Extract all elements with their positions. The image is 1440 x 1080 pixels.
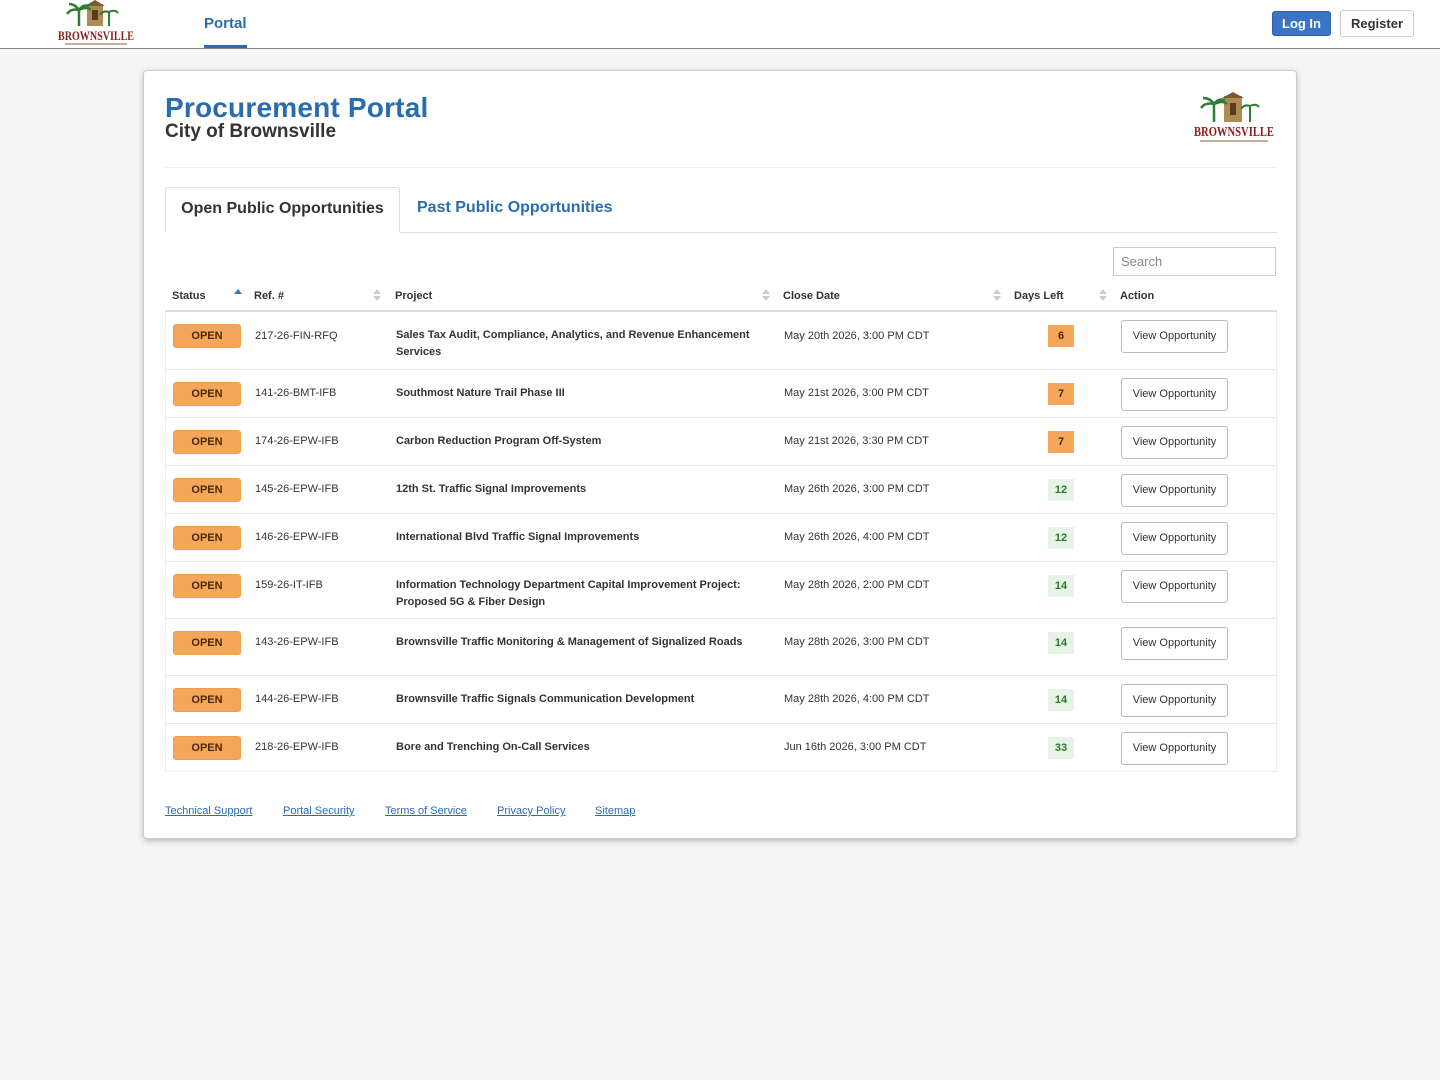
table-row: OPEN 218-26-EPW-IFB Bore and Trenching O…: [166, 723, 1276, 771]
sort-icon[interactable]: [373, 288, 381, 302]
status-badge: OPEN: [173, 526, 241, 550]
close-date: May 28th 2026, 3:00 PM CDT: [784, 636, 930, 648]
table-row: OPEN 174-26-EPW-IFB Carbon Reduction Pro…: [166, 417, 1276, 465]
days-left-badge: 12: [1048, 527, 1074, 549]
column-header-ref[interactable]: Ref. #: [254, 282, 284, 310]
project-name: International Blvd Traffic Signal Improv…: [396, 531, 640, 543]
project-name: Brownsville Traffic Signals Communicatio…: [396, 693, 695, 705]
status-badge: OPEN: [173, 688, 241, 712]
project-name: Carbon Reduction Program Off-System: [396, 435, 602, 447]
column-header-close-date[interactable]: Close Date: [783, 282, 840, 310]
logo-wordmark: BROWNSVILLE: [1194, 125, 1274, 140]
days-left-badge: 7: [1048, 383, 1074, 405]
ref-number: 145-26-EPW-IFB: [255, 483, 339, 495]
days-left-badge: 14: [1048, 689, 1074, 711]
ref-number: 144-26-EPW-IFB: [255, 693, 339, 705]
table-row: OPEN 143-26-EPW-IFB Brownsville Traffic …: [166, 618, 1276, 675]
view-opportunity-button[interactable]: View Opportunity: [1121, 570, 1228, 603]
table-row: OPEN 159-26-IT-IFB Information Technolog…: [166, 561, 1276, 618]
table-row: OPEN 141-26-BMT-IFB Southmost Nature Tra…: [166, 369, 1276, 417]
view-opportunity-button[interactable]: View Opportunity: [1121, 320, 1228, 353]
status-badge: OPEN: [173, 631, 241, 655]
column-header-action: Action: [1120, 290, 1155, 302]
sort-icon[interactable]: [762, 288, 770, 302]
search-input[interactable]: [1113, 247, 1276, 276]
main-card: Procurement Portal City of Brownsville B…: [143, 70, 1297, 839]
project-name: Bore and Trenching On-Call Services: [396, 741, 590, 753]
days-left-badge: 14: [1048, 632, 1074, 654]
sort-icon[interactable]: [993, 288, 1001, 302]
tab-past-public-opportunities[interactable]: Past Public Opportunities: [417, 187, 613, 233]
project-name: Sales Tax Audit, Compliance, Analytics, …: [396, 329, 750, 358]
status-badge: OPEN: [173, 324, 241, 348]
project-name: Southmost Nature Trail Phase III: [396, 387, 565, 399]
table-header: Status Ref. # Project Close Date Days Le…: [165, 282, 1277, 312]
days-left-badge: 14: [1048, 575, 1074, 597]
days-left-badge: 12: [1048, 479, 1074, 501]
page-subtitle: City of Brownsville: [165, 121, 337, 142]
ref-number: 174-26-EPW-IFB: [255, 435, 339, 447]
brownsville-logo-icon: BROWNSVILLE: [1194, 92, 1274, 142]
table-row: OPEN 144-26-EPW-IFB Brownsville Traffic …: [166, 675, 1276, 723]
login-button[interactable]: Log In: [1272, 11, 1331, 36]
view-opportunity-button[interactable]: View Opportunity: [1121, 378, 1228, 411]
days-left-badge: 7: [1048, 431, 1074, 453]
status-badge: OPEN: [173, 736, 241, 760]
footer-link-technical-support[interactable]: Technical Support: [165, 805, 252, 817]
sort-icon[interactable]: [1099, 288, 1107, 302]
project-name: Brownsville Traffic Monitoring & Managem…: [396, 636, 743, 648]
close-date: May 20th 2026, 3:00 PM CDT: [784, 330, 930, 342]
brownsville-logo-icon[interactable]: BROWNSVILLE: [57, 0, 135, 48]
close-date: May 26th 2026, 3:00 PM CDT: [784, 483, 930, 495]
tab-open-public-opportunities[interactable]: Open Public Opportunities: [165, 187, 400, 233]
view-opportunity-button[interactable]: View Opportunity: [1121, 474, 1228, 507]
footer-link-privacy-policy[interactable]: Privacy Policy: [497, 805, 565, 817]
view-opportunity-button[interactable]: View Opportunity: [1121, 732, 1228, 765]
view-opportunity-button[interactable]: View Opportunity: [1121, 627, 1228, 660]
view-opportunity-button[interactable]: View Opportunity: [1121, 522, 1228, 555]
close-date: May 21st 2026, 3:00 PM CDT: [784, 387, 929, 399]
nav-portal-link[interactable]: Portal: [204, 0, 247, 48]
opportunities-table: Status Ref. # Project Close Date Days Le…: [165, 282, 1277, 772]
project-name: 12th St. Traffic Signal Improvements: [396, 483, 587, 495]
top-navbar: BROWNSVILLE Portal Log In Register: [0, 0, 1440, 49]
view-opportunity-button[interactable]: View Opportunity: [1121, 684, 1228, 717]
table-row: OPEN 217-26-FIN-RFQ Sales Tax Audit, Com…: [166, 312, 1276, 369]
ref-number: 143-26-EPW-IFB: [255, 636, 339, 648]
days-left-badge: 6: [1048, 325, 1074, 347]
close-date: May 26th 2026, 4:00 PM CDT: [784, 531, 930, 543]
status-badge: OPEN: [173, 382, 241, 406]
project-name: Information Technology Department Capita…: [396, 579, 741, 608]
days-left-badge: 33: [1048, 737, 1074, 759]
table-row: OPEN 146-26-EPW-IFB International Blvd T…: [166, 513, 1276, 561]
close-date: May 28th 2026, 4:00 PM CDT: [784, 693, 930, 705]
ref-number: 217-26-FIN-RFQ: [255, 330, 338, 342]
ref-number: 159-26-IT-IFB: [255, 579, 323, 591]
column-header-days-left[interactable]: Days Left: [1014, 282, 1064, 310]
close-date: Jun 16th 2026, 3:00 PM CDT: [784, 741, 927, 753]
status-badge: OPEN: [173, 430, 241, 454]
ref-number: 141-26-BMT-IFB: [255, 387, 337, 399]
table-row: OPEN 145-26-EPW-IFB 12th St. Traffic Sig…: [166, 465, 1276, 513]
register-button[interactable]: Register: [1340, 10, 1414, 37]
close-date: May 28th 2026, 2:00 PM CDT: [784, 579, 930, 591]
column-header-status[interactable]: Status: [172, 282, 206, 310]
logo-wordmark: BROWNSVILLE: [58, 28, 134, 43]
footer-link-portal-security[interactable]: Portal Security: [283, 805, 355, 817]
ref-number: 218-26-EPW-IFB: [255, 741, 339, 753]
ref-number: 146-26-EPW-IFB: [255, 531, 339, 543]
close-date: May 21st 2026, 3:30 PM CDT: [784, 435, 929, 447]
status-badge: OPEN: [173, 478, 241, 502]
header-divider: [165, 167, 1277, 168]
page-title: Procurement Portal: [165, 92, 429, 123]
column-header-project[interactable]: Project: [395, 282, 432, 310]
footer-link-sitemap[interactable]: Sitemap: [595, 805, 635, 817]
table-body: OPEN 217-26-FIN-RFQ Sales Tax Audit, Com…: [165, 312, 1277, 772]
view-opportunity-button[interactable]: View Opportunity: [1121, 426, 1228, 459]
opportunity-tabs: Open Public Opportunities Past Public Op…: [165, 187, 1277, 233]
footer-link-terms-of-service[interactable]: Terms of Service: [385, 805, 467, 817]
sort-asc-icon[interactable]: [234, 288, 242, 302]
status-badge: OPEN: [173, 574, 241, 598]
